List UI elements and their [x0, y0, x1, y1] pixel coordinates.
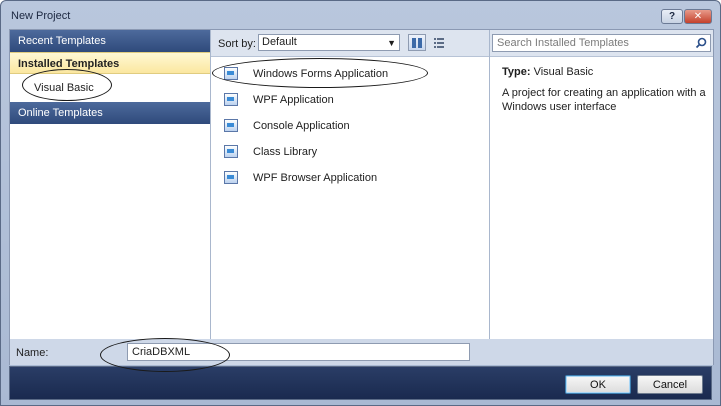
new-project-dialog: New Project ? ✕ Recent Templates Install…: [0, 0, 721, 406]
template-label: Console Application: [253, 120, 350, 132]
dialog-button-bar: OK Cancel: [9, 366, 712, 400]
cancel-button[interactable]: Cancel: [637, 375, 703, 394]
list-view-icon: [412, 37, 422, 48]
help-icon: ?: [668, 11, 676, 22]
ok-button[interactable]: OK: [565, 375, 631, 394]
sort-toolbar: Sort by: Default ▼: [211, 30, 489, 57]
template-item-class-library[interactable]: Class Library: [211, 139, 489, 165]
template-label: Windows Forms Application: [253, 68, 389, 80]
template-details-panel: Type: Visual Basic A project for creatin…: [490, 30, 713, 339]
title-bar[interactable]: New Project ? ✕: [1, 1, 720, 27]
search-input[interactable]: [492, 34, 711, 52]
console-template-icon: [224, 119, 238, 132]
search-icon[interactable]: [695, 37, 707, 49]
nav-online-templates[interactable]: Online Templates: [10, 102, 210, 124]
template-label: WPF Browser Application: [253, 172, 378, 184]
close-button[interactable]: ✕: [684, 9, 712, 24]
template-description: A project for creating an application wi…: [502, 87, 706, 113]
close-icon: ✕: [693, 11, 703, 22]
template-label: Class Library: [253, 146, 318, 158]
project-name-row: Name:: [9, 339, 714, 365]
template-navigation: Recent Templates Installed Templates Vis…: [10, 30, 211, 339]
dialog-content: Recent Templates Installed Templates Vis…: [9, 29, 714, 340]
template-type: Type: Visual Basic: [502, 66, 593, 78]
name-label: Name:: [16, 347, 49, 359]
type-key: Type:: [502, 66, 531, 78]
template-item-console[interactable]: Console Application: [211, 113, 489, 139]
sort-dropdown[interactable]: Default ▼: [258, 34, 400, 51]
details-view-icon: [434, 37, 444, 48]
navigation-blank-area: [10, 124, 210, 339]
help-button[interactable]: ?: [661, 9, 683, 24]
windows-forms-template-icon: [224, 67, 238, 80]
class-library-template-icon: [224, 145, 238, 158]
nav-visual-basic[interactable]: Visual Basic: [10, 75, 210, 101]
details-view-button[interactable]: [430, 34, 448, 51]
wpf-template-icon: [224, 93, 238, 106]
template-item-wpf-browser[interactable]: WPF Browser Application: [211, 165, 489, 191]
template-list-panel: Sort by: Default ▼ Windows Forms Applica…: [211, 30, 490, 339]
template-label: WPF Application: [253, 94, 334, 106]
wpf-browser-template-icon: [224, 171, 238, 184]
template-item-wpf[interactable]: WPF Application: [211, 87, 489, 113]
dialog-title: New Project: [11, 10, 71, 22]
template-item-windows-forms[interactable]: Windows Forms Application: [211, 61, 489, 87]
list-view-button[interactable]: [408, 34, 426, 51]
nav-installed-templates[interactable]: Installed Templates: [10, 52, 210, 74]
project-name-input[interactable]: [127, 343, 470, 361]
sort-selected-value: Default: [262, 36, 297, 48]
sort-label: Sort by:: [218, 38, 256, 50]
search-bar: [490, 30, 713, 57]
type-value: Visual Basic: [533, 66, 594, 78]
chevron-down-icon: ▼: [387, 38, 396, 48]
nav-recent-templates[interactable]: Recent Templates: [10, 30, 210, 52]
